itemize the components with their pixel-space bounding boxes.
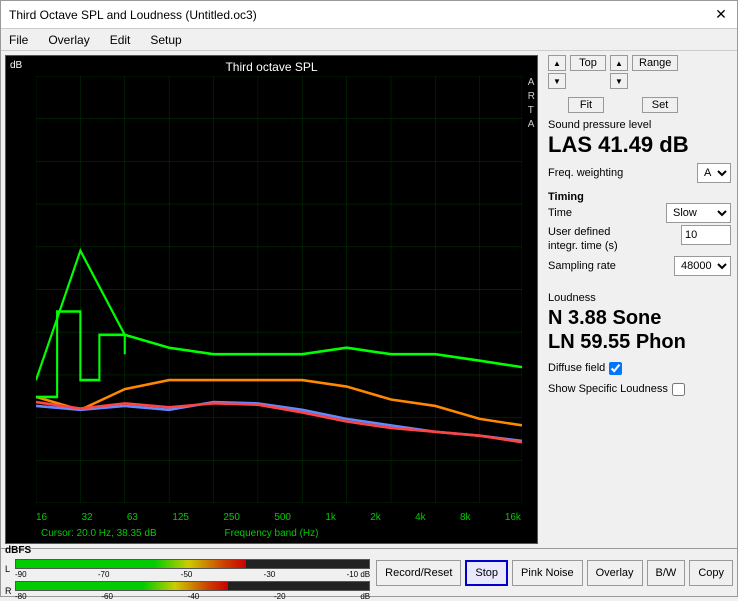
spl-label: Sound pressure level <box>548 119 731 131</box>
freq-weighting-row: Freq. weighting A C Z <box>548 163 731 183</box>
range-btn-group: ▲ ▼ <box>610 55 628 89</box>
dbfs-l-meter: -90 -70 -50 -30 -10 dB <box>15 559 370 579</box>
range-down-arrow[interactable]: ▼ <box>610 73 628 89</box>
x-label-16: 16 <box>36 512 47 523</box>
loudness-section: Loudness N 3.88 Sone LN 59.55 Phon <box>548 288 731 354</box>
x-axis-title: Frequency band (Hz) <box>225 528 319 539</box>
x-label-250: 250 <box>223 512 240 523</box>
top-button[interactable]: Top <box>570 55 606 71</box>
x-label-8k: 8k <box>460 512 471 523</box>
spl-value: LAS 41.49 dB <box>548 133 731 157</box>
stop-button[interactable]: Stop <box>465 560 508 586</box>
fit-button[interactable]: Fit <box>568 97 604 113</box>
dbfs-l-label: L <box>5 564 13 574</box>
window-title: Third Octave SPL and Loudness (Untitled.… <box>9 8 257 22</box>
bw-button[interactable]: B/W <box>647 560 686 586</box>
menu-edit[interactable]: Edit <box>106 32 135 48</box>
show-specific-row: Show Specific Loudness <box>548 383 731 396</box>
close-button[interactable]: ✕ <box>713 7 729 23</box>
diffuse-field-checkbox[interactable] <box>609 362 622 375</box>
top-btn-group: ▲ ▼ <box>548 55 566 89</box>
x-label-16k: 16k <box>505 512 521 523</box>
diffuse-field-label: Diffuse field <box>548 362 605 374</box>
user-defined-label: User defined integr. time (s) <box>548 225 638 254</box>
sampling-rate-row: Sampling rate 48000 44100 96000 <box>548 256 731 276</box>
dbfs-r-meter: -80 -60 -40 -20 dB <box>15 581 370 601</box>
show-specific-checkbox[interactable] <box>672 383 685 396</box>
dbfs-r-row: R -80 -60 -40 -20 dB <box>5 581 370 601</box>
timing-label: Timing <box>548 191 731 203</box>
x-label-4k: 4k <box>415 512 426 523</box>
dbfs-section: dBFS L -90 -70 -50 -30 -10 dB <box>5 545 370 601</box>
sampling-rate-label: Sampling rate <box>548 260 616 272</box>
freq-weighting-label: Freq. weighting <box>548 167 623 179</box>
dbfs-label: dBFS <box>5 545 370 556</box>
user-defined-row: User defined integr. time (s) <box>548 225 731 254</box>
diffuse-field-row: Diffuse field <box>548 362 731 375</box>
bottom-buttons: Record/Reset Stop Pink Noise Overlay B/W… <box>376 560 733 586</box>
dbfs-l-row: L -90 -70 -50 -30 -10 dB <box>5 559 370 579</box>
top-down-arrow[interactable]: ▼ <box>548 73 566 89</box>
x-axis-labels: 16 32 63 125 250 500 1k 2k 4k 8k 16k <box>36 512 521 523</box>
bottom-bar: dBFS L -90 -70 -50 -30 -10 dB <box>1 548 737 596</box>
right-panel: ▲ ▼ Top ▲ ▼ Range Fit Set Sound pressure… <box>542 51 737 548</box>
loudness-ln-value: LN 59.55 Phon <box>548 330 731 354</box>
chart-svg: 100.0 90.0 80.0 70.0 60.0 50.0 40.0 30.0… <box>36 76 522 503</box>
title-bar: Third Octave SPL and Loudness (Untitled.… <box>1 1 737 29</box>
timing-section: Timing Time Slow Fast Impulse User defin… <box>548 191 731 278</box>
dbfs-r-label: R <box>5 586 13 596</box>
spl-section: Sound pressure level LAS 41.49 dB <box>548 119 731 157</box>
menu-overlay[interactable]: Overlay <box>44 32 93 48</box>
main-content: Third octave SPL dB ARTA <box>1 51 737 548</box>
menu-file[interactable]: File <box>5 32 32 48</box>
x-label-500: 500 <box>274 512 291 523</box>
x-label-63: 63 <box>127 512 138 523</box>
time-label: Time <box>548 207 572 219</box>
chart-area: Third octave SPL dB ARTA <box>5 55 538 544</box>
loudness-label: Loudness <box>548 292 731 304</box>
fit-set-row: Fit Set <box>548 97 731 113</box>
time-row: Time Slow Fast Impulse <box>548 203 731 223</box>
y-axis-label: dB <box>10 60 22 71</box>
cursor-info: Cursor: 20.0 Hz, 38.35 dB <box>41 528 157 539</box>
x-label-2k: 2k <box>370 512 381 523</box>
x-label-32: 32 <box>81 512 92 523</box>
x-label-125: 125 <box>172 512 189 523</box>
arta-label: ARTA <box>528 76 535 132</box>
chart-canvas: 100.0 90.0 80.0 70.0 60.0 50.0 40.0 30.0… <box>36 76 522 503</box>
show-specific-label: Show Specific Loudness <box>548 383 668 395</box>
copy-button[interactable]: Copy <box>689 560 733 586</box>
user-defined-input[interactable] <box>681 225 731 245</box>
range-button[interactable]: Range <box>632 55 678 71</box>
record-reset-button[interactable]: Record/Reset <box>376 560 461 586</box>
main-window: Third Octave SPL and Loudness (Untitled.… <box>0 0 738 597</box>
range-up-arrow[interactable]: ▲ <box>610 55 628 71</box>
pink-noise-button[interactable]: Pink Noise <box>512 560 583 586</box>
loudness-n-value: N 3.88 Sone <box>548 306 731 330</box>
time-select[interactable]: Slow Fast Impulse <box>666 203 731 223</box>
sampling-rate-select[interactable]: 48000 44100 96000 <box>674 256 731 276</box>
overlay-button[interactable]: Overlay <box>587 560 643 586</box>
menu-bar: File Overlay Edit Setup <box>1 29 737 51</box>
set-button[interactable]: Set <box>642 97 678 113</box>
freq-weighting-select[interactable]: A C Z <box>697 163 731 183</box>
top-controls: ▲ ▼ Top ▲ ▼ Range <box>548 55 731 89</box>
chart-title: Third octave SPL <box>6 60 537 74</box>
x-label-1k: 1k <box>325 512 336 523</box>
top-up-arrow[interactable]: ▲ <box>548 55 566 71</box>
menu-setup[interactable]: Setup <box>146 32 185 48</box>
